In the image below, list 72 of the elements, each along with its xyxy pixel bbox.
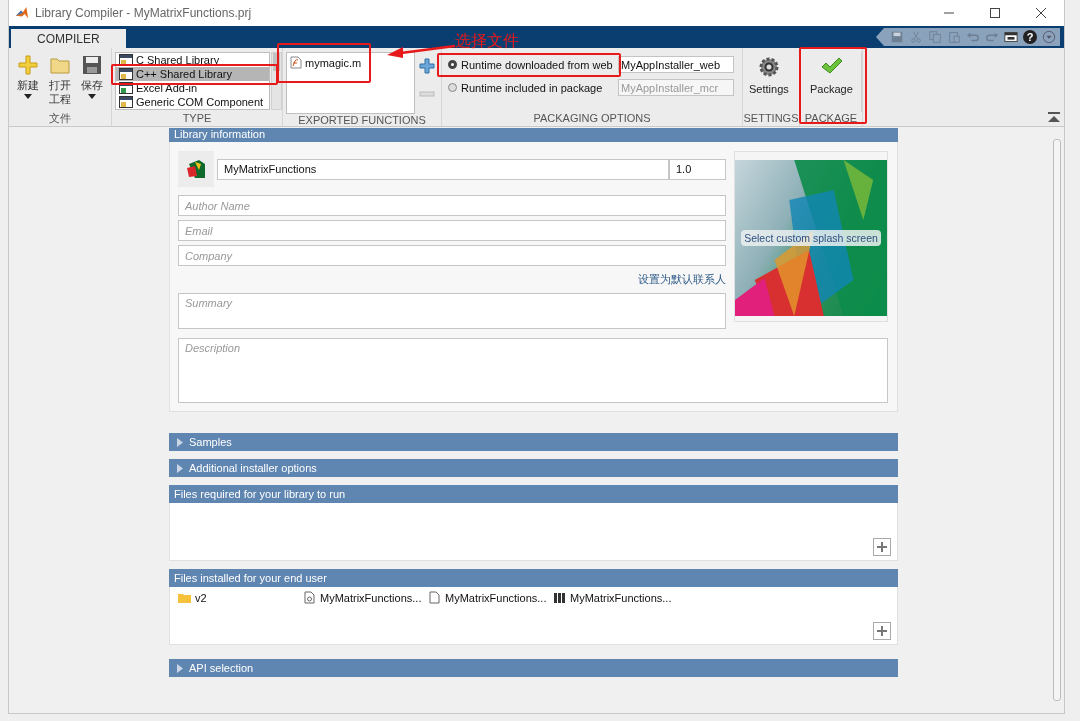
file-item[interactable]: MyMatrixFunctions... [303,591,428,604]
file-item[interactable]: MyMatrixFunctions... [553,591,678,604]
redo-icon[interactable] [985,30,999,44]
section-header[interactable]: Samples [169,433,898,451]
triangle-icon [177,437,183,447]
group-label: PACKAGE [803,112,859,126]
toolbar-button[interactable]: 保存 [76,52,108,112]
group-label: SETTINGS [743,112,799,126]
dropdown-icon[interactable] [1042,30,1056,44]
plus-icon [419,58,435,74]
summary-field[interactable]: Summary [178,293,726,329]
version-field[interactable]: 1.0 [669,158,726,180]
paste-icon[interactable] [947,30,961,44]
section-header[interactable]: API selection [169,659,898,677]
section-header[interactable]: Additional installer options [169,459,898,477]
collapse-ribbon-icon[interactable] [1048,112,1060,122]
description-field[interactable]: Description [178,338,888,403]
library-type-icon [119,68,133,80]
help-icon[interactable]: ? [1023,30,1037,44]
app-icon[interactable] [178,151,214,187]
function-file-icon [290,56,302,69]
toolbar-button[interactable]: 打开工程 [44,52,76,112]
package-button[interactable]: Package [802,52,862,112]
file-item[interactable]: v2 [178,591,303,604]
group-label: EXPORTED FUNCTIONS [297,114,427,127]
add-file-button[interactable] [873,538,891,556]
copy-icon[interactable] [928,30,942,44]
triangle-icon [177,463,183,473]
script-file-icon [303,591,316,604]
gallery-item[interactable]: C++ Shared Library [116,67,269,81]
installer-name-field[interactable]: MyAppInstaller_web [618,56,734,73]
text-field[interactable]: Author Name [178,195,726,216]
text-field[interactable]: Email [178,220,726,241]
plus-icon [874,539,890,555]
window-icon[interactable] [1004,30,1018,44]
add-file-button[interactable] [873,622,891,640]
add-button[interactable] [419,58,435,74]
library-type-icon [119,82,133,94]
folder-icon [178,591,191,604]
window-title: Library Compiler - MyMatrixFunctions.prj [35,6,253,20]
annotation-text: 选择文件 [455,31,519,51]
scrollbar[interactable] [271,52,282,110]
text-field[interactable]: Company [178,245,726,266]
toolbar-button[interactable]: 新建 [12,52,44,112]
panel-header: Files required for your library to run [169,485,898,503]
group-label: PACKAGING OPTIONS [532,112,652,126]
group-label: 文件 [48,112,72,126]
file-item[interactable]: MyMatrixFunctions... [428,591,553,604]
plus-icon [874,623,890,639]
books-icon [553,591,566,604]
function-file[interactable]: mymagic.m [289,55,363,70]
name-field[interactable]: MyMatrixFunctions [217,158,669,180]
group-label: TYPE [181,112,213,126]
undo-icon[interactable] [966,30,980,44]
gallery-item[interactable]: C Shared Library [116,53,269,67]
cut-icon[interactable] [909,30,923,44]
radio-option[interactable]: Runtime downloaded from web [448,58,616,71]
ribbon-tab[interactable]: COMPILER [11,29,126,48]
panel-header: Library information [169,128,898,142]
panel-header: Files installed for your end user [169,569,898,587]
gallery-item[interactable]: Generic COM Component [116,95,269,109]
settings-button[interactable]: Settings [743,52,795,112]
save-icon[interactable] [890,30,904,44]
app-logo-icon [15,6,29,20]
link[interactable]: 设置为默认联系人 [638,270,726,289]
radio-option[interactable]: Runtime included in package [448,81,616,94]
triangle-icon [177,663,183,673]
document-icon [428,591,441,604]
splash-image[interactable]: Select custom splash screen [735,160,887,316]
scrollbar[interactable] [1053,139,1061,701]
annotation-arrow [387,44,455,58]
plus-icon [17,54,39,76]
